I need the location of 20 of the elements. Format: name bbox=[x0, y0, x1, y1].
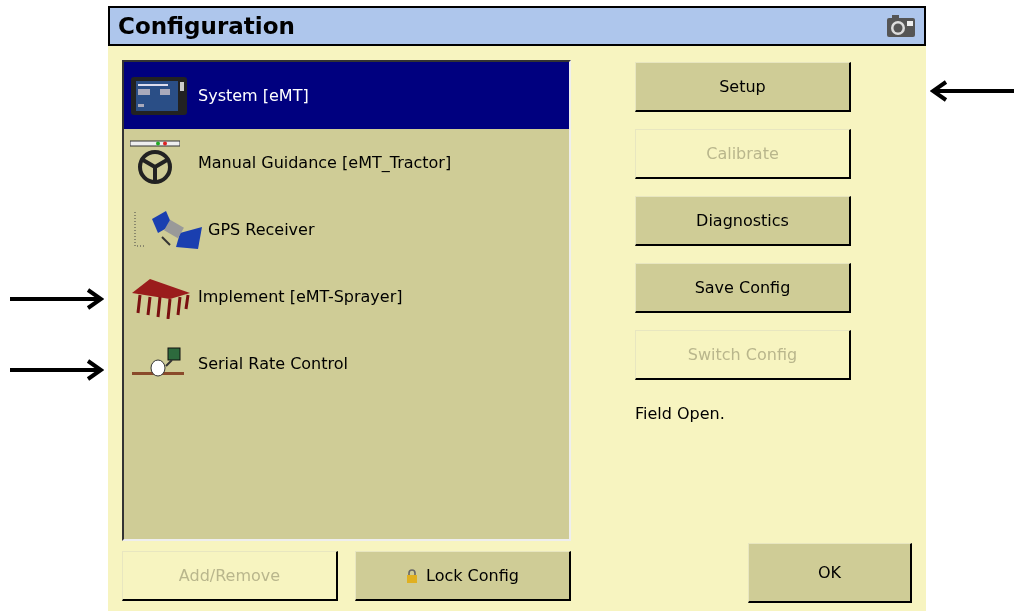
tree-item[interactable]: GPS Receiver bbox=[124, 196, 569, 263]
arrow-icon bbox=[8, 359, 104, 381]
tree-connector-line bbox=[134, 211, 146, 248]
action-button[interactable]: Lock Config bbox=[355, 551, 571, 601]
window-title: Configuration bbox=[118, 11, 295, 41]
tree-item[interactable]: Implement [eMT-Sprayer] bbox=[124, 263, 569, 330]
status-text: Field Open. bbox=[635, 403, 726, 425]
action-button[interactable]: Setup bbox=[635, 62, 851, 112]
tree-item[interactable]: Manual Guidance [eMT_Tractor] bbox=[124, 129, 569, 196]
action-button[interactable]: Diagnostics bbox=[635, 196, 851, 246]
tablet-icon bbox=[130, 75, 188, 116]
padlock-icon bbox=[406, 568, 419, 583]
steering-wheel-icon bbox=[130, 139, 180, 186]
tree-item[interactable]: System [eMT] bbox=[124, 62, 569, 129]
ok-button[interactable]: OK bbox=[748, 543, 912, 603]
tree-item[interactable]: Serial Rate Control bbox=[124, 330, 569, 397]
arrow-icon bbox=[8, 288, 104, 310]
camera-icon[interactable] bbox=[886, 14, 916, 38]
arrow-icon bbox=[930, 80, 1016, 102]
action-button[interactable]: Save Config bbox=[635, 263, 851, 313]
